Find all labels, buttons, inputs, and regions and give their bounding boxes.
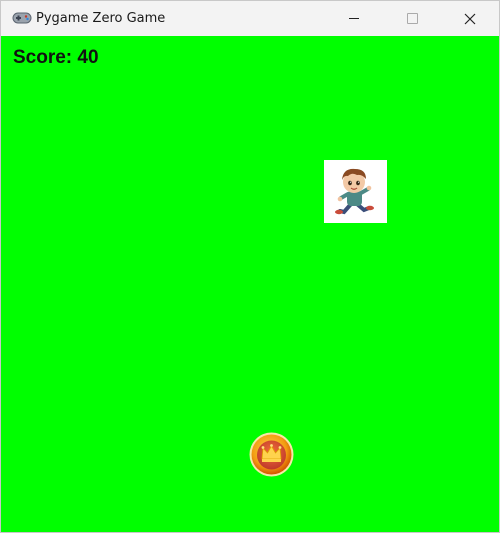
maximize-button[interactable] <box>389 1 435 36</box>
minimize-button[interactable] <box>331 1 377 36</box>
crown-coin-icon <box>249 432 294 477</box>
coin-sprite <box>248 431 295 478</box>
gamepad-icon <box>12 12 32 24</box>
minimize-icon <box>349 18 359 19</box>
close-icon <box>464 13 476 24</box>
window-title: Pygame Zero Game <box>36 11 166 26</box>
game-window: Pygame Zero Game Score: 40 <box>0 0 500 533</box>
running-boy-icon <box>335 168 374 215</box>
maximize-icon <box>406 13 418 24</box>
title-bar[interactable]: Pygame Zero Game <box>1 1 499 36</box>
game-canvas[interactable]: Score: 40 <box>1 36 499 532</box>
player-sprite <box>324 160 387 223</box>
score-label: Score: 40 <box>13 47 99 68</box>
close-button[interactable] <box>447 1 493 36</box>
